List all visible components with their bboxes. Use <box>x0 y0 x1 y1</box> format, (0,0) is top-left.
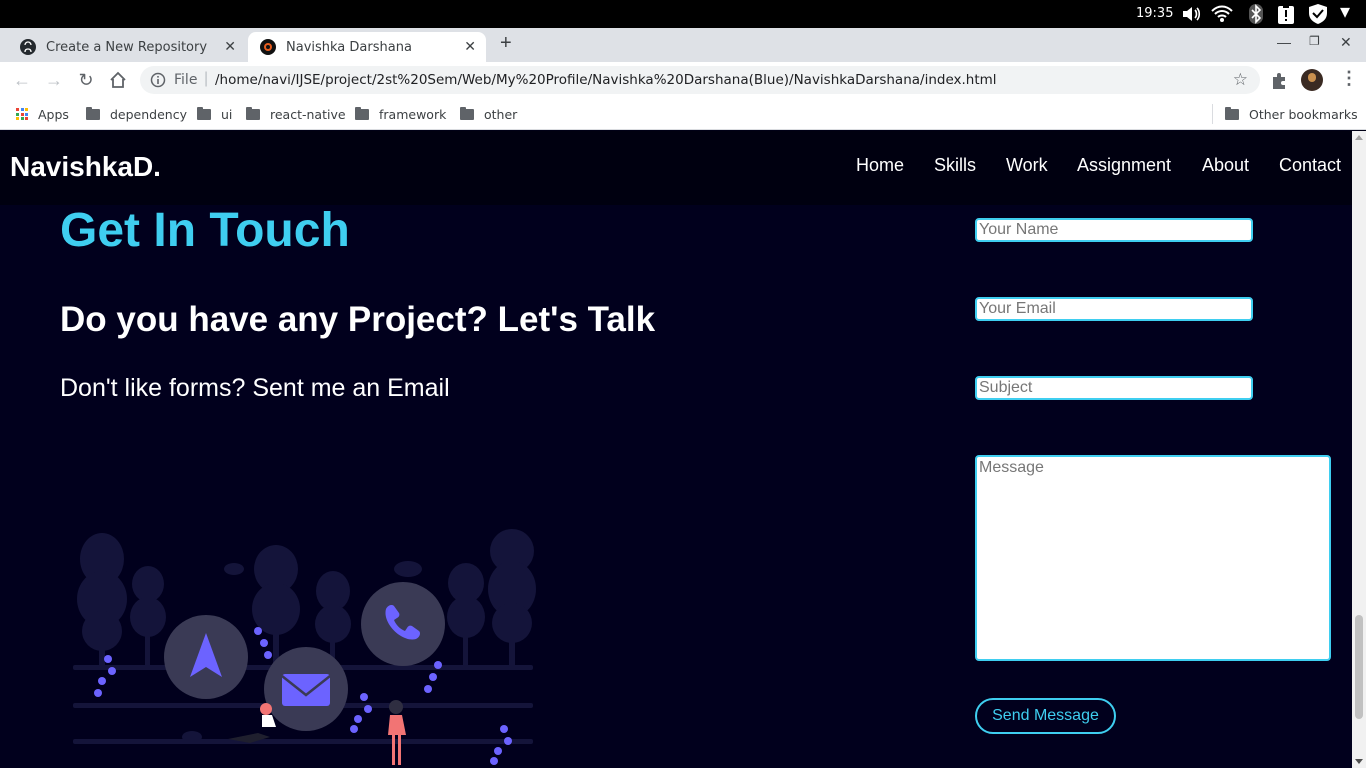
scrollbar-thumb[interactable] <box>1355 615 1363 719</box>
info-icon[interactable] <box>150 72 166 88</box>
site-brand[interactable]: NavishkaD. <box>10 151 161 183</box>
tab-navishka-darshana[interactable]: Navishka Darshana ✕ <box>248 32 486 62</box>
bookmark-label: Apps <box>38 106 69 122</box>
bookmark-folder-react-native[interactable]: react-native <box>246 105 346 123</box>
bookmark-label: dependency <box>110 106 187 122</box>
send-message-button[interactable]: Send Message <box>975 698 1116 734</box>
system-clock[interactable]: 19:35 <box>1136 6 1173 21</box>
tab-create-repository[interactable]: Create a New Repository ✕ <box>8 32 246 62</box>
folder-icon <box>1225 106 1239 120</box>
tab-title: Navishka Darshana <box>286 39 412 55</box>
scroll-up-icon[interactable] <box>1355 135 1363 140</box>
clipboard-icon[interactable] <box>1276 4 1296 24</box>
wifi-icon[interactable] <box>1211 4 1233 24</box>
forward-arrow-icon[interactable]: → <box>44 70 64 90</box>
close-tab-icon[interactable]: ✕ <box>224 39 236 55</box>
folder-icon <box>460 106 474 120</box>
apps-grid-icon <box>16 108 28 120</box>
scroll-down-icon[interactable] <box>1355 759 1363 764</box>
browser-toolbar: ← → ↻ File | /home/navi/IJSE/project/2st… <box>0 62 1366 98</box>
folder-icon <box>197 106 211 120</box>
bookmark-label: Other bookmarks <box>1249 106 1358 122</box>
bookmark-folder-ui[interactable]: ui <box>197 105 232 123</box>
nav-work[interactable]: Work <box>1006 155 1048 176</box>
system-menu-icon[interactable]: ▾ <box>1340 2 1350 22</box>
nav-home[interactable]: Home <box>856 155 904 176</box>
bluetooth-icon[interactable] <box>1246 4 1266 24</box>
os-top-bar: 19:35 ▾ <box>0 0 1366 28</box>
close-tab-icon[interactable]: ✕ <box>464 39 476 55</box>
volume-icon[interactable] <box>1181 4 1203 24</box>
bookmark-folder-other-bookmarks[interactable]: Other bookmarks <box>1225 105 1358 123</box>
extensions-icon[interactable] <box>1270 72 1288 90</box>
seated-person <box>228 703 276 743</box>
bookmark-folder-dependency[interactable]: dependency <box>86 105 187 123</box>
bookmark-label: ui <box>221 106 233 122</box>
bookmark-folder-framework[interactable]: framework <box>355 105 446 123</box>
contact-subheading: Do you have any Project? Let's Talk <box>60 300 656 339</box>
standing-person <box>388 700 406 765</box>
nav-skills[interactable]: Skills <box>934 155 976 176</box>
site-navbar: NavishkaD. Home Skills Work Assignment A… <box>0 131 1352 205</box>
site-favicon <box>260 39 276 55</box>
folder-icon <box>86 106 100 120</box>
minimize-icon[interactable]: — <box>1277 34 1291 50</box>
contact-tagline: Don't like forms? Sent me an Email <box>60 374 450 402</box>
bookmark-label: react-native <box>270 106 346 122</box>
bookmark-apps[interactable]: Apps <box>16 105 69 123</box>
page-scrollbar[interactable] <box>1352 131 1366 768</box>
subject-input[interactable] <box>975 376 1253 400</box>
folder-icon <box>246 106 260 120</box>
nav-about[interactable]: About <box>1202 155 1249 176</box>
address-bar[interactable]: File | /home/navi/IJSE/project/2st%20Sem… <box>140 66 1260 94</box>
message-textarea[interactable] <box>975 455 1331 661</box>
folder-icon <box>355 106 369 120</box>
mail-icon <box>282 674 330 706</box>
profile-avatar[interactable] <box>1301 69 1323 91</box>
omnibox-divider: | <box>204 70 209 87</box>
back-arrow-icon[interactable]: ← <box>12 70 32 90</box>
github-icon <box>20 39 36 55</box>
bookmark-label: framework <box>379 106 447 122</box>
url-scheme-label: File <box>174 72 198 88</box>
home-icon[interactable] <box>108 70 128 90</box>
contact-illustration <box>73 529 536 765</box>
name-input[interactable] <box>975 218 1253 242</box>
web-page: NavishkaD. Home Skills Work Assignment A… <box>0 131 1352 768</box>
email-input[interactable] <box>975 297 1253 321</box>
nav-assignment[interactable]: Assignment <box>1077 155 1171 176</box>
bookmark-folder-other[interactable]: other <box>460 105 517 123</box>
tab-title: Create a New Repository <box>46 39 208 55</box>
bookmark-star-icon[interactable]: ☆ <box>1233 70 1248 90</box>
new-tab-icon[interactable]: + <box>500 32 512 55</box>
shield-icon[interactable] <box>1307 4 1329 24</box>
nav-contact[interactable]: Contact <box>1279 155 1341 176</box>
contact-heading: Get In Touch <box>60 204 350 257</box>
close-window-icon[interactable]: ✕ <box>1340 34 1352 51</box>
restore-icon[interactable]: ❐ <box>1309 34 1320 48</box>
bookmark-label: other <box>484 106 518 122</box>
bookmarks-divider <box>1212 104 1213 124</box>
reload-icon[interactable]: ↻ <box>76 70 96 90</box>
url-text[interactable]: /home/navi/IJSE/project/2st%20Sem/Web/My… <box>215 72 997 88</box>
browser-tab-strip: Create a New Repository ✕ Navishka Darsh… <box>0 28 1366 62</box>
bookmarks-bar: Apps dependency ui react-native framewor… <box>0 98 1366 130</box>
browser-menu-icon[interactable]: ⋮ <box>1340 68 1358 89</box>
